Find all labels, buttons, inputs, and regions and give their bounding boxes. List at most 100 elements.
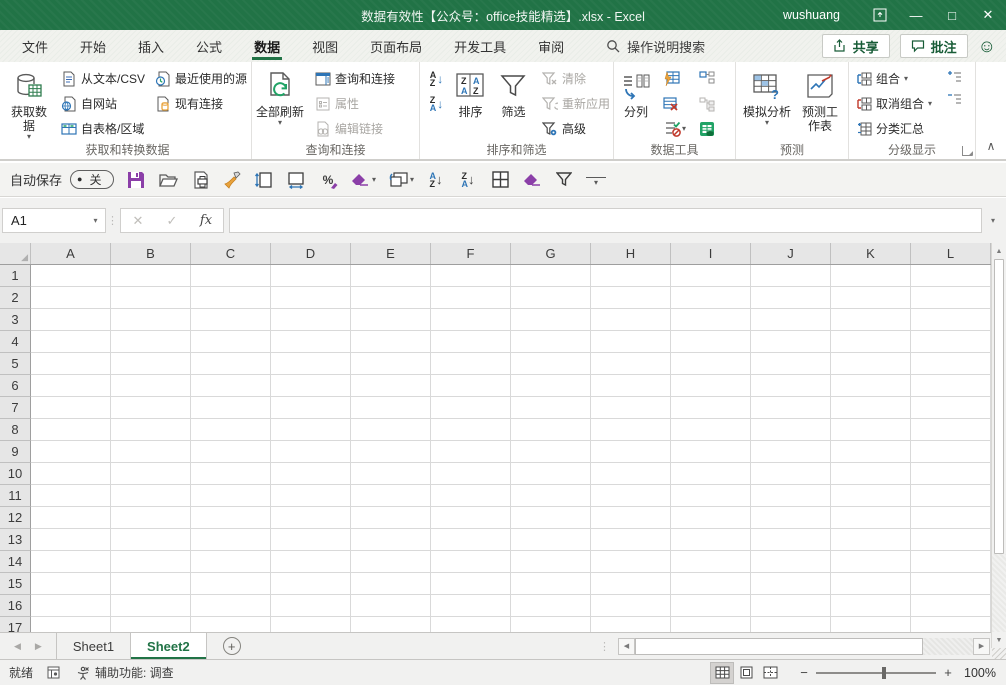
- existing-connections-button[interactable]: 现有连接: [152, 91, 250, 116]
- ungroup-button[interactable]: 取消组合 ▾: [853, 91, 935, 116]
- grid-cell-F9[interactable]: [431, 441, 511, 463]
- from-table-range-button[interactable]: 自表格/区域: [58, 116, 148, 141]
- get-data-button[interactable]: 获取数据 ▾: [4, 66, 54, 141]
- grid-cell-H4[interactable]: [591, 331, 671, 353]
- grid-cell-G10[interactable]: [511, 463, 591, 485]
- grid-cell-B1[interactable]: [111, 265, 191, 287]
- horizontal-scrollbar[interactable]: ◀ ▶: [618, 637, 990, 655]
- grid-cell-K6[interactable]: [831, 375, 911, 397]
- subtotal-button[interactable]: 分类汇总: [853, 116, 935, 141]
- grid-cell-L16[interactable]: [911, 595, 991, 617]
- grid-cell-G3[interactable]: [511, 309, 591, 331]
- grid-cell-C6[interactable]: [191, 375, 271, 397]
- row-header-9[interactable]: 9: [0, 441, 31, 463]
- grid-cell-A1[interactable]: [31, 265, 111, 287]
- grid-cell-H3[interactable]: [591, 309, 671, 331]
- grid-cell-J3[interactable]: [751, 309, 831, 331]
- grid-cell-K17[interactable]: [831, 617, 911, 632]
- column-header-F[interactable]: F: [431, 243, 511, 264]
- grid-cell-L1[interactable]: [911, 265, 991, 287]
- grid-cell-C10[interactable]: [191, 463, 271, 485]
- forecast-sheet-button[interactable]: 预测工作表: [795, 66, 845, 133]
- from-web-button[interactable]: 自网站: [58, 91, 148, 116]
- grid-cell-J16[interactable]: [751, 595, 831, 617]
- grid-cell-I4[interactable]: [671, 331, 751, 353]
- macro-record-button[interactable]: [47, 666, 60, 679]
- tab-insert[interactable]: 插入: [122, 30, 180, 62]
- grid-cell-L9[interactable]: [911, 441, 991, 463]
- scroll-right-icon[interactable]: ▶: [973, 637, 990, 655]
- grid-cell-K1[interactable]: [831, 265, 911, 287]
- grid-cell-I6[interactable]: [671, 375, 751, 397]
- grid-cell-G11[interactable]: [511, 485, 591, 507]
- properties-button[interactable]: 属性: [312, 91, 398, 116]
- grid-cell-A13[interactable]: [31, 529, 111, 551]
- formula-input[interactable]: [229, 208, 982, 233]
- grid-cell-E6[interactable]: [351, 375, 431, 397]
- grid-cell-I14[interactable]: [671, 551, 751, 573]
- relationships-button[interactable]: [694, 91, 719, 116]
- grid-cell-I10[interactable]: [671, 463, 751, 485]
- hide-detail-button[interactable]: [941, 88, 966, 110]
- column-header-B[interactable]: B: [111, 243, 191, 264]
- eraser-dropdown-button[interactable]: ▾: [350, 169, 376, 191]
- grid-cell-B12[interactable]: [111, 507, 191, 529]
- grid-cell-J7[interactable]: [751, 397, 831, 419]
- grid-cell-D1[interactable]: [271, 265, 351, 287]
- refresh-all-button[interactable]: 全部刷新 ▾: [252, 66, 308, 127]
- row-header-11[interactable]: 11: [0, 485, 31, 507]
- grid-cell-E4[interactable]: [351, 331, 431, 353]
- grid-cell-A4[interactable]: [31, 331, 111, 353]
- column-header-C[interactable]: C: [191, 243, 271, 264]
- grid-cell-C11[interactable]: [191, 485, 271, 507]
- grid-cell-B11[interactable]: [111, 485, 191, 507]
- filter-button[interactable]: 筛选: [492, 66, 535, 119]
- tab-review[interactable]: 审阅: [522, 30, 580, 62]
- grid-cell-I15[interactable]: [671, 573, 751, 595]
- grid-cell-G9[interactable]: [511, 441, 591, 463]
- grid-cell-B3[interactable]: [111, 309, 191, 331]
- grid-cell-I9[interactable]: [671, 441, 751, 463]
- grid-cell-K7[interactable]: [831, 397, 911, 419]
- formula-bar-grip[interactable]: ⋮: [106, 214, 120, 227]
- column-header-J[interactable]: J: [751, 243, 831, 264]
- column-header-A[interactable]: A: [31, 243, 111, 264]
- grid-cell-H12[interactable]: [591, 507, 671, 529]
- tab-developer[interactable]: 开发工具: [438, 30, 522, 62]
- grid-cell-G15[interactable]: [511, 573, 591, 595]
- grid-cell-L6[interactable]: [911, 375, 991, 397]
- grid-cell-D13[interactable]: [271, 529, 351, 551]
- grid-cell-G7[interactable]: [511, 397, 591, 419]
- grid-cell-F2[interactable]: [431, 287, 511, 309]
- grid-cell-K13[interactable]: [831, 529, 911, 551]
- from-text-csv-button[interactable]: 从文本/CSV: [58, 66, 148, 91]
- grid-cell-G4[interactable]: [511, 331, 591, 353]
- zoom-out-button[interactable]: −: [796, 665, 812, 680]
- grid-cell-F16[interactable]: [431, 595, 511, 617]
- grid-cell-B6[interactable]: [111, 375, 191, 397]
- grid-cell-B15[interactable]: [111, 573, 191, 595]
- grid-cell-H7[interactable]: [591, 397, 671, 419]
- grid-cell-J6[interactable]: [751, 375, 831, 397]
- advanced-filter-button[interactable]: 高级: [539, 116, 613, 141]
- name-box[interactable]: A1 ▾: [2, 208, 106, 233]
- name-box-chevron-icon[interactable]: ▾: [85, 216, 105, 225]
- grid-cell-F17[interactable]: [431, 617, 511, 632]
- grid-cell-K3[interactable]: [831, 309, 911, 331]
- tab-view[interactable]: 视图: [296, 30, 354, 62]
- grid-cell-F11[interactable]: [431, 485, 511, 507]
- reapply-filter-button[interactable]: 重新应用: [539, 91, 613, 116]
- select-all-corner[interactable]: [0, 243, 31, 264]
- grid-cell-G2[interactable]: [511, 287, 591, 309]
- grid-cell-C5[interactable]: [191, 353, 271, 375]
- user-name[interactable]: wushuang: [783, 8, 840, 22]
- vertical-scrollbar[interactable]: ▲ ▼: [991, 243, 1006, 648]
- grid-cell-A12[interactable]: [31, 507, 111, 529]
- grid-cell-D5[interactable]: [271, 353, 351, 375]
- grid-cell-D6[interactable]: [271, 375, 351, 397]
- grid-cell-L11[interactable]: [911, 485, 991, 507]
- autosave-control[interactable]: 自动保存 ● 关: [10, 170, 115, 189]
- row-header-13[interactable]: 13: [0, 529, 31, 551]
- grid-cell-D7[interactable]: [271, 397, 351, 419]
- grid-cell-H5[interactable]: [591, 353, 671, 375]
